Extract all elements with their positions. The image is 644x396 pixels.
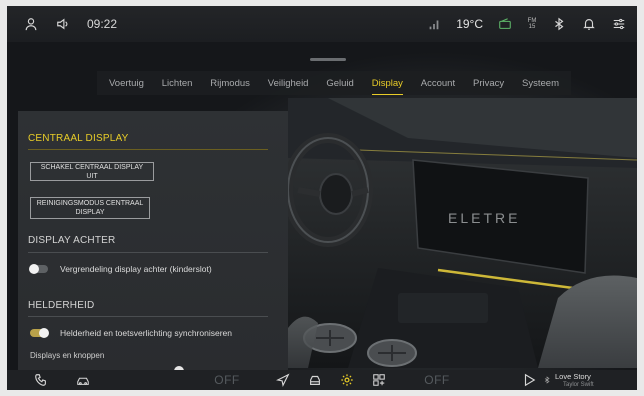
- settings-tabs: Voertuig Lichten Rijmodus Veiligheid Gel…: [97, 71, 571, 95]
- left-climate-off[interactable]: OFF: [207, 370, 247, 390]
- settings-icon[interactable]: [337, 370, 357, 390]
- song-title: Love Story: [555, 372, 591, 381]
- temperature: 19°C: [456, 17, 483, 31]
- rear-display-lock-label: Vergrendeling display achter (kinderslot…: [60, 264, 212, 274]
- tab-lichten[interactable]: Lichten: [162, 74, 193, 93]
- divider: [28, 149, 268, 150]
- rear-display-title: DISPLAY ACHTER: [28, 235, 116, 246]
- drag-handle[interactable]: [310, 58, 346, 61]
- tab-veiligheid[interactable]: Veiligheid: [268, 74, 309, 93]
- car-interior-image: ELETRE: [288, 98, 637, 368]
- user-icon[interactable]: [23, 16, 39, 32]
- cleaning-mode-label-line1: REINIGINGSMODUS CENTRAAL: [36, 200, 144, 207]
- car-icon[interactable]: [305, 370, 325, 390]
- brightness-sync-label: Helderheid en toetsverlichting synchroni…: [60, 328, 232, 338]
- navigation-icon[interactable]: [273, 370, 293, 390]
- right-climate-off[interactable]: OFF: [417, 370, 457, 390]
- rear-display-lock-toggle[interactable]: [29, 264, 48, 274]
- car-fan-icon[interactable]: [73, 370, 93, 390]
- toggle-knob: [29, 264, 39, 274]
- central-display-title: CENTRAAL DISPLAY: [28, 133, 129, 144]
- volume-icon[interactable]: [55, 16, 71, 32]
- apps-icon[interactable]: [369, 370, 389, 390]
- displays-buttons-label: Displays en knoppen: [30, 351, 105, 360]
- rear-display-lock-row: Vergrendeling display achter (kinderslot…: [29, 264, 212, 274]
- brightness-sync-row: Helderheid en toetsverlichting synchroni…: [30, 328, 232, 338]
- tab-rijmodus[interactable]: Rijmodus: [210, 74, 250, 93]
- bluetooth-icon[interactable]: [551, 16, 567, 32]
- now-playing[interactable]: Love Story Taylor Swift: [555, 372, 594, 389]
- switch-off-central-display-button[interactable]: SCHAKEL CENTRAAL DISPLAY UIT: [30, 162, 154, 181]
- signal-icon: [426, 16, 442, 32]
- tab-privacy[interactable]: Privacy: [473, 74, 504, 93]
- tab-account[interactable]: Account: [421, 74, 455, 93]
- song-artist: Taylor Swift: [563, 382, 594, 388]
- radio-icon: [497, 16, 513, 32]
- toggle-knob: [39, 328, 49, 338]
- cleaning-mode-label-line2: DISPLAY: [75, 209, 105, 216]
- tab-display[interactable]: Display: [371, 74, 404, 95]
- play-icon[interactable]: [519, 370, 539, 390]
- tab-systeem[interactable]: Systeem: [522, 74, 559, 93]
- brightness-sync-toggle[interactable]: [30, 328, 49, 338]
- bell-icon[interactable]: [581, 16, 597, 32]
- dashboard-logo: ELETRE: [448, 210, 520, 226]
- clock: 09:22: [87, 17, 118, 31]
- bottom-bar: OFF OFF Love Story Taylor Swift: [7, 370, 637, 390]
- bluetooth-icon: [541, 370, 553, 390]
- tab-geluid[interactable]: Geluid: [326, 74, 353, 93]
- app-screen: 09:22 19°C FM 15 ELETRE Voertuig Lichten…: [7, 6, 637, 390]
- fm-badge: FM 15: [527, 18, 537, 30]
- divider: [28, 316, 268, 317]
- brightness-title: HELDERHEID: [28, 300, 95, 311]
- display-settings-panel[interactable]: CENTRAAL DISPLAY SCHAKEL CENTRAAL DISPLA…: [18, 111, 288, 373]
- cleaning-mode-button[interactable]: REINIGINGSMODUS CENTRAAL DISPLAY: [30, 197, 150, 219]
- status-bar: 09:22 19°C FM 15: [7, 6, 637, 42]
- tab-voertuig[interactable]: Voertuig: [109, 74, 144, 93]
- settings-sliders-icon[interactable]: [611, 16, 627, 32]
- phone-icon[interactable]: [31, 370, 51, 390]
- divider: [28, 252, 268, 253]
